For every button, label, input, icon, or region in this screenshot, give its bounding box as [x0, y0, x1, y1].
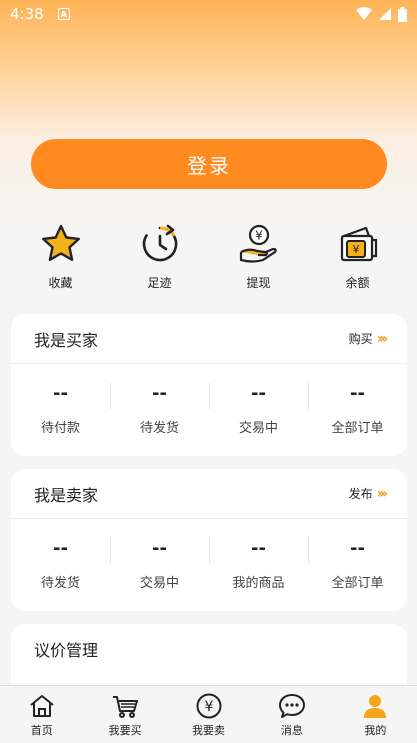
- publish-link[interactable]: 发布 ›››: [348, 485, 388, 502]
- tab-label: 我要卖: [192, 724, 226, 737]
- tab-label: 消息: [280, 724, 303, 737]
- header-gradient: [0, 0, 417, 230]
- stat-value: --: [251, 382, 266, 404]
- quick-actions: 收藏 足迹 ¥ 提现 ¥ 余额: [11, 222, 407, 294]
- stat-pending-shipment[interactable]: -- 待发货: [110, 382, 209, 436]
- withdraw-hand-coin-icon: ¥: [239, 224, 277, 263]
- quick-label: 余额: [345, 276, 370, 290]
- home-icon: [30, 695, 54, 717]
- double-chevron-right-icon: ›››: [376, 330, 388, 347]
- double-chevron-right-icon: ›››: [376, 485, 388, 502]
- stat-value: --: [53, 537, 68, 559]
- status-icons: [356, 6, 407, 22]
- cart-icon: [113, 696, 139, 718]
- quick-label: 提现: [246, 276, 271, 290]
- tab-label: 我的: [364, 724, 387, 737]
- notification-icon: A: [57, 8, 70, 20]
- stat-in-trade[interactable]: -- 交易中: [110, 537, 209, 591]
- seller-stats: -- 待发货 -- 交易中 -- 我的商品 -- 全部订单: [11, 519, 407, 609]
- tab-label: 首页: [30, 724, 53, 737]
- tab-messages[interactable]: 消息: [250, 686, 333, 743]
- wifi-icon: [356, 7, 372, 20]
- stat-value: --: [152, 382, 167, 404]
- stat-value: --: [350, 537, 365, 559]
- negotiation-card-header: 议价管理: [11, 624, 407, 674]
- chat-icon: [278, 694, 305, 718]
- buyer-card: 我是买家 购买 ››› -- 待付款 -- 待发货 -- 交易中 -- 全部订单: [11, 314, 407, 456]
- buy-link[interactable]: 购买 ›››: [348, 330, 388, 347]
- status-time: 4:38: [10, 5, 44, 23]
- negotiation-card[interactable]: 议价管理: [11, 624, 407, 694]
- status-bar: 4:38 A: [0, 0, 417, 28]
- stat-label: 待发货: [139, 420, 179, 436]
- stat-label: 交易中: [139, 575, 179, 591]
- svg-text:¥: ¥: [352, 243, 359, 256]
- seller-card: 我是卖家 发布 ››› -- 待发货 -- 交易中 -- 我的商品 -- 全部订…: [11, 469, 407, 611]
- quick-item-favorites[interactable]: 收藏: [11, 222, 110, 294]
- tab-home[interactable]: 首页: [0, 686, 83, 743]
- yen-coin-icon: ¥: [196, 693, 222, 719]
- quick-label: 足迹: [147, 276, 172, 290]
- svg-text:¥: ¥: [204, 699, 213, 715]
- stat-label: 我的商品: [232, 575, 285, 591]
- buyer-stats: -- 待付款 -- 待发货 -- 交易中 -- 全部订单: [11, 364, 407, 454]
- negotiation-title: 议价管理: [34, 641, 99, 660]
- battery-icon: [398, 6, 407, 22]
- tab-buy[interactable]: 我要买: [83, 686, 166, 743]
- stat-in-trade[interactable]: -- 交易中: [209, 382, 308, 436]
- quick-item-withdraw[interactable]: ¥ 提现: [209, 222, 308, 294]
- publish-link-label: 发布: [348, 487, 373, 501]
- profile-icon: [364, 695, 387, 718]
- quick-item-balance[interactable]: ¥ 余额: [308, 222, 407, 294]
- wallet-icon: ¥: [340, 226, 377, 262]
- stat-all-orders[interactable]: -- 全部订单: [308, 382, 407, 436]
- tab-profile[interactable]: 我的: [334, 686, 417, 743]
- stat-value: --: [350, 382, 365, 404]
- stat-pending-shipment[interactable]: -- 待发货: [11, 538, 110, 591]
- login-button[interactable]: 登录: [31, 139, 387, 189]
- quick-label: 收藏: [48, 276, 73, 290]
- star-icon: [41, 224, 80, 261]
- stat-label: 待发货: [40, 575, 80, 591]
- bottom-tab-bar: 首页 我要买 ¥ 我要卖 消息 我的: [0, 685, 417, 743]
- seller-card-header: 我是卖家 发布 ›››: [11, 469, 407, 519]
- buy-link-label: 购买: [348, 332, 373, 346]
- buyer-title: 我是买家: [34, 330, 99, 350]
- stat-pending-payment[interactable]: -- 待付款: [11, 383, 110, 436]
- stat-value: --: [53, 382, 68, 404]
- stat-value: --: [251, 537, 266, 559]
- signal-icon: [379, 8, 391, 20]
- stat-all-orders[interactable]: -- 全部订单: [308, 537, 407, 591]
- seller-title: 我是卖家: [34, 485, 99, 505]
- stat-label: 交易中: [238, 420, 278, 436]
- history-clock-icon: [142, 224, 177, 262]
- stat-label: 全部订单: [331, 420, 384, 436]
- stat-value: --: [152, 537, 167, 559]
- tab-sell[interactable]: ¥ 我要卖: [167, 686, 250, 743]
- quick-item-history[interactable]: 足迹: [110, 222, 209, 294]
- tab-label: 我要买: [108, 724, 142, 737]
- stat-label: 待付款: [40, 420, 80, 436]
- stat-label: 全部订单: [331, 575, 384, 591]
- svg-text:¥: ¥: [255, 229, 263, 243]
- buyer-card-header: 我是买家 购买 ›››: [11, 314, 407, 364]
- stat-my-products[interactable]: -- 我的商品: [209, 537, 308, 591]
